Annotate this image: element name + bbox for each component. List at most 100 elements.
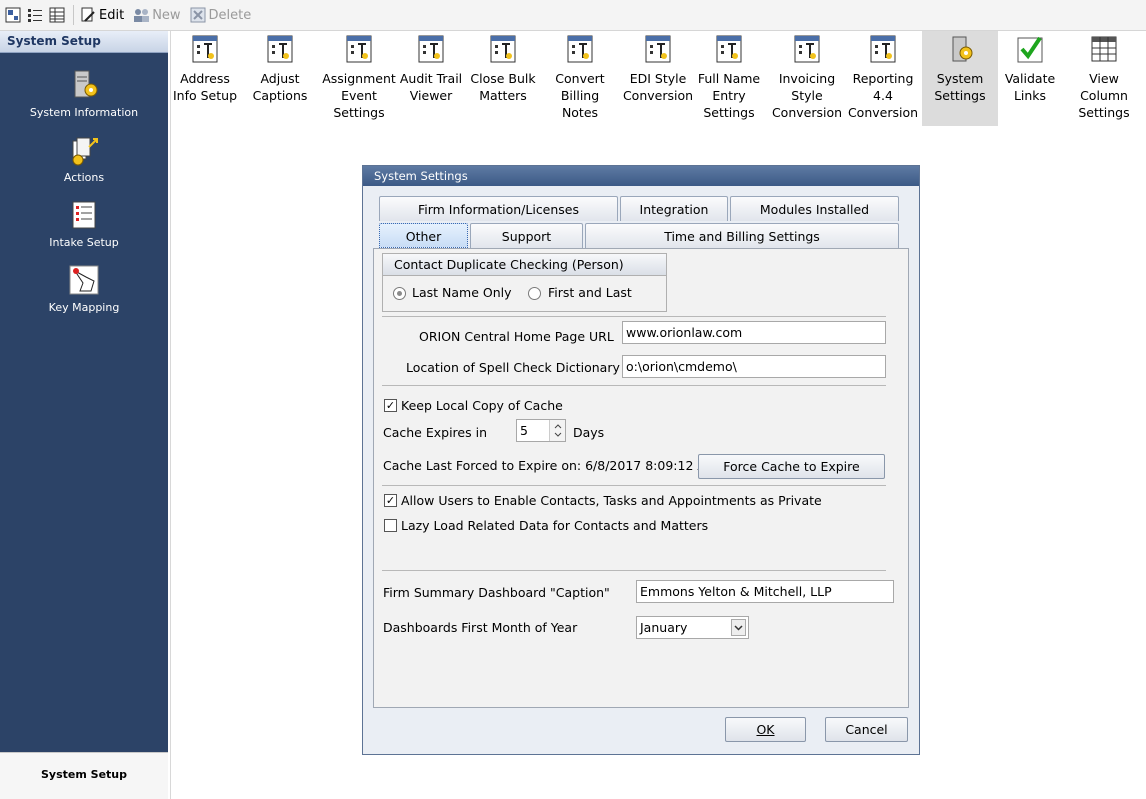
ribbon-item-label: System: [936, 71, 984, 86]
large-icons-view-icon[interactable]: [4, 6, 22, 24]
allow-private-checkbox[interactable]: ✓: [384, 494, 397, 507]
first-month-select[interactable]: January: [636, 616, 749, 639]
settings-window-icon: [416, 34, 446, 64]
ribbon-item-label: Conversion: [771, 105, 843, 120]
new-person-icon: [132, 6, 150, 24]
cache-expires-unit: Days: [573, 425, 605, 440]
cache-expires-stepper[interactable]: 5: [516, 419, 566, 442]
tab-integration[interactable]: Integration: [620, 196, 728, 221]
nav-item-system-information[interactable]: System Information: [0, 67, 168, 119]
ribbon-item-reporting-4-4-conversion[interactable]: Reporting 4.4 Conversion: [845, 31, 921, 126]
ribbon-item-label: Settings: [934, 88, 986, 103]
separator: [382, 385, 886, 386]
cache-expires-label: Cache Expires in: [383, 425, 487, 440]
cancel-button[interactable]: Cancel: [825, 717, 908, 742]
keep-cache-label: Keep Local Copy of Cache: [401, 398, 563, 413]
keep-cache-checkbox[interactable]: ✓: [384, 399, 397, 412]
tab-time-and-billing[interactable]: Time and Billing Settings: [585, 223, 899, 248]
ribbon-item-label: Column: [1080, 88, 1128, 103]
ribbon-item-assignment-event-settings[interactable]: Assignment Event Settings: [321, 31, 397, 126]
nav-item-intake-setup[interactable]: Intake Setup: [0, 197, 168, 249]
new-button[interactable]: New: [132, 6, 181, 24]
nav-item-label: Intake Setup: [49, 236, 119, 249]
edit-button[interactable]: Edit: [79, 6, 124, 24]
ribbon-item-label: Validate: [1004, 71, 1056, 86]
dashboard-caption-input[interactable]: Emmons Yelton & Mitchell, LLP: [636, 580, 894, 603]
ribbon-item-label: Convert: [555, 71, 605, 86]
gears-server-icon: [66, 67, 102, 103]
ribbon-item-label: Event: [341, 88, 377, 103]
nav-item-label: System Information: [29, 106, 139, 119]
list-view-icon[interactable]: [26, 6, 44, 24]
dashboard-caption-label: Firm Summary Dashboard "Caption": [383, 585, 610, 600]
ribbon-item-label: 4.4: [873, 88, 893, 103]
ribbon-item-label: Info Setup: [172, 88, 237, 103]
ribbon-item-audit-trail-viewer[interactable]: Audit Trail Viewer: [393, 31, 469, 126]
separator: [382, 316, 886, 317]
ribbon-item-system-settings[interactable]: System Settings: [922, 31, 998, 126]
ribbon-item-full-name-entry-settings[interactable]: Full Name Entry Settings: [691, 31, 767, 126]
ok-button[interactable]: OK: [725, 717, 806, 742]
leftnav-footer-system-setup[interactable]: System Setup: [0, 752, 168, 799]
ribbon-item-label: Conversion: [622, 88, 694, 103]
delete-button[interactable]: Delete: [189, 6, 252, 24]
ribbon-item-label: Adjust: [260, 71, 300, 86]
ribbon-item-edi-style-conversion[interactable]: EDI Style Conversion: [620, 31, 696, 126]
ribbon-item-convert-billing-notes[interactable]: Convert Billing Notes: [542, 31, 618, 126]
left-navigation: System Setup System Information Actions …: [0, 31, 168, 799]
ribbon-item-label: Entry: [712, 88, 746, 103]
dialog-title: System Settings: [363, 166, 919, 186]
radio-last-name-only[interactable]: [393, 287, 406, 300]
radio-label: Last Name Only: [412, 285, 512, 300]
cache-forced-label: Cache Last Forced to Expire on: 6/8/2017…: [383, 458, 717, 473]
divider: [170, 31, 171, 799]
force-cache-button[interactable]: Force Cache to Expire: [698, 454, 885, 479]
ribbon-item-label: Settings: [1078, 105, 1130, 120]
ribbon-item-address-info-setup[interactable]: Address Info Setup: [167, 31, 243, 126]
spell-dictionary-input[interactable]: o:\orion\cmdemo\: [622, 355, 886, 378]
home-url-input[interactable]: www.orionlaw.com: [622, 321, 886, 344]
ribbon-item-label: Address: [180, 71, 230, 86]
allow-private-label: Allow Users to Enable Contacts, Tasks an…: [401, 493, 822, 508]
delete-label: Delete: [208, 7, 252, 23]
settings-window-icon: [190, 34, 220, 64]
home-url-label: ORION Central Home Page URL: [419, 329, 614, 344]
ribbon-item-adjust-captions[interactable]: Adjust Captions: [242, 31, 318, 126]
ribbon-item-label: Billing: [560, 88, 600, 103]
tab-firm-information[interactable]: Firm Information/Licenses: [379, 196, 618, 221]
details-view-icon[interactable]: [48, 6, 66, 24]
ribbon-item-close-bulk-matters[interactable]: Close Bulk Matters: [465, 31, 541, 126]
ok-label: OK: [756, 722, 775, 737]
nav-item-actions[interactable]: Actions: [0, 132, 168, 184]
ribbon-item-label: Notes: [561, 105, 599, 120]
settings-window-icon: [643, 34, 673, 64]
group-title: Contact Duplicate Checking (Person): [383, 254, 666, 276]
ribbon-item-label: EDI Style: [629, 71, 687, 86]
stepper-arrows[interactable]: [549, 420, 565, 441]
tab-other[interactable]: Other: [379, 223, 468, 248]
ribbon-item-view-column-settings[interactable]: View Column Settings: [1066, 31, 1142, 126]
leftnav-header: System Setup: [0, 31, 168, 53]
cancel-label: Cancel: [845, 722, 888, 737]
hand-pointer-icon: [66, 262, 102, 298]
separator: [382, 485, 886, 486]
chevron-down-icon[interactable]: [731, 619, 746, 636]
nav-item-key-mapping[interactable]: Key Mapping: [0, 262, 168, 314]
settings-window-icon: [868, 34, 898, 64]
edit-icon: [79, 6, 97, 24]
ribbon-item-label: Close Bulk: [470, 71, 536, 86]
tab-support[interactable]: Support: [470, 223, 583, 248]
tab-modules-installed[interactable]: Modules Installed: [730, 196, 899, 221]
ribbon-item-invoicing-style-conversion[interactable]: Invoicing Style Conversion: [769, 31, 845, 126]
checkmark-icon: [1015, 34, 1045, 64]
system-settings-dialog: System Settings Firm Information/License…: [362, 165, 920, 755]
ribbon-item-validate-links[interactable]: Validate Links: [992, 31, 1068, 126]
lazy-load-checkbox[interactable]: [384, 519, 397, 532]
toolbar-separator: [73, 5, 74, 25]
actions-pages-icon: [66, 132, 102, 168]
toolbar: Edit New Delete: [0, 0, 1146, 31]
contact-duplicate-group: Contact Duplicate Checking (Person) Last…: [382, 253, 667, 312]
radio-first-and-last[interactable]: [528, 287, 541, 300]
ribbon-item-label: Settings: [333, 105, 385, 120]
ribbon-item-label: Reporting: [852, 71, 914, 86]
